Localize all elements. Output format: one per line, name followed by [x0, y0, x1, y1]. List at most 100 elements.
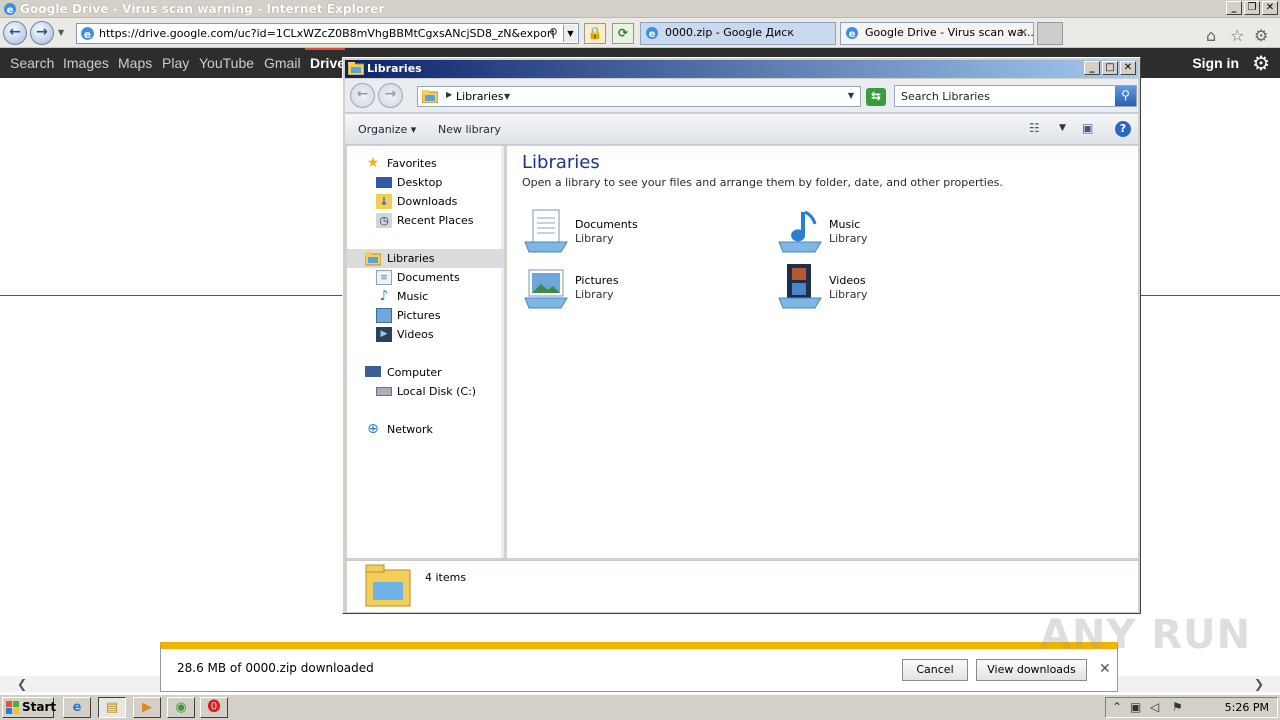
ie-tab-icon: e: [646, 27, 658, 40]
favorites-star-icon[interactable]: ☆: [1230, 26, 1244, 45]
nav-network[interactable]: ⊕ Network: [347, 420, 504, 439]
breadcrumb-caret-icon[interactable]: ▼: [504, 92, 510, 101]
details-pane: 4 items: [347, 560, 1138, 612]
search-icon[interactable]: ⚲: [549, 26, 558, 40]
sign-in-link[interactable]: Sign in: [1192, 55, 1239, 71]
forward-button[interactable]: →: [30, 21, 54, 45]
address-dropdown-icon[interactable]: ▼: [563, 25, 577, 42]
google-link-gmail[interactable]: Gmail: [264, 55, 301, 71]
videos-library-icon: [778, 264, 822, 309]
nav-favorites[interactable]: ★ Favorites: [347, 154, 504, 173]
network-tray-icon[interactable]: ▣: [1130, 700, 1141, 714]
refresh-button[interactable]: ⟳: [612, 23, 634, 44]
library-name: Documents: [575, 218, 638, 231]
organize-button[interactable]: Organize ▾: [358, 123, 416, 136]
explorer-back-button[interactable]: ←: [350, 83, 375, 108]
scroll-right-icon[interactable]: ❯: [1254, 677, 1264, 691]
documents-icon: ≡: [376, 270, 392, 285]
explorer-window: Libraries _ □ ✕ ← → ▶ Libraries ▼ ▼ ⇆ ⚲ …: [342, 57, 1141, 614]
nav-pictures[interactable]: Pictures: [347, 306, 504, 325]
help-icon[interactable]: ?: [1115, 121, 1131, 137]
nav-computer[interactable]: Computer: [347, 363, 504, 382]
explorer-maximize-button[interactable]: □: [1102, 61, 1118, 75]
history-dropdown-icon[interactable]: ▼: [58, 28, 64, 37]
nav-local-disk[interactable]: Local Disk (C:): [347, 382, 504, 401]
taskbar-ie-icon[interactable]: e: [63, 697, 91, 718]
show-hidden-icons-icon[interactable]: ⌃: [1112, 700, 1122, 714]
cancel-download-button[interactable]: Cancel: [902, 659, 968, 681]
explorer-minimize-button[interactable]: _: [1084, 61, 1100, 75]
settings-gear-icon[interactable]: ⚙: [1252, 51, 1270, 75]
breadcrumb-separator-icon[interactable]: ▶: [446, 90, 452, 99]
home-icon[interactable]: ⌂: [1206, 26, 1216, 45]
explorer-search-box[interactable]: ⚲: [894, 85, 1137, 107]
ie-page-icon: e: [81, 27, 94, 41]
nav-videos[interactable]: ▶ Videos: [347, 325, 504, 344]
change-view-icon[interactable]: ☷: [1029, 121, 1040, 135]
breadcrumb-libraries[interactable]: Libraries: [456, 90, 504, 103]
google-link-youtube[interactable]: YouTube: [199, 55, 254, 71]
nav-downloads[interactable]: ↓ Downloads: [347, 192, 504, 211]
library-tile-documents[interactable]: Documents Library: [523, 208, 763, 258]
explorer-forward-button[interactable]: →: [378, 83, 403, 108]
clock[interactable]: 5:26 PM: [1225, 701, 1269, 714]
music-library-icon: [778, 210, 822, 253]
svg-text:e: e: [7, 5, 14, 16]
explorer-navbar: ← → ▶ Libraries ▼ ▼ ⇆ ⚲: [345, 79, 1138, 113]
volume-icon[interactable]: ◁: [1150, 700, 1159, 714]
scroll-left-icon[interactable]: ❮: [17, 677, 27, 691]
breadcrumb[interactable]: ▶ Libraries ▼ ▼: [417, 86, 861, 107]
nav-documents[interactable]: ≡ Documents: [347, 268, 504, 287]
google-link-maps[interactable]: Maps: [118, 55, 152, 71]
nav-recent-places[interactable]: ◷ Recent Places: [347, 211, 504, 230]
nav-label: Favorites: [387, 157, 437, 170]
ie-caption-buttons: _ ❐ ✕: [1226, 1, 1278, 15]
google-link-play[interactable]: Play: [162, 55, 189, 71]
google-link-images[interactable]: Images: [63, 55, 109, 71]
new-library-button[interactable]: New library: [438, 123, 501, 136]
restore-button[interactable]: ❐: [1244, 1, 1260, 15]
tab-google-disk[interactable]: e 0000.zip - Google Диск: [640, 22, 836, 45]
taskbar-media-player-icon[interactable]: ▶: [133, 697, 161, 718]
start-button[interactable]: Start: [2, 697, 56, 718]
action-center-flag-icon[interactable]: ⚑: [1172, 700, 1183, 714]
preview-pane-icon[interactable]: ▣: [1082, 121, 1093, 135]
taskbar-chrome-icon[interactable]: ◉: [167, 697, 195, 718]
library-tile-pictures[interactable]: Pictures Library: [523, 264, 763, 314]
address-text[interactable]: https://drive.google.com/uc?id=1CLxWZcZ0…: [99, 27, 554, 40]
nav-desktop[interactable]: Desktop: [347, 173, 504, 192]
nav-label: Local Disk (C:): [397, 385, 477, 398]
nav-label: Documents: [397, 271, 460, 284]
taskbar: Start e ▤ ▶ ◉ ⓿ ⌃ ▣ ◁ ⚑ 5:26 PM: [0, 694, 1280, 720]
close-button[interactable]: ✕: [1262, 1, 1278, 15]
close-notification-icon[interactable]: ✕: [1099, 661, 1111, 677]
minimize-button[interactable]: _: [1226, 1, 1242, 15]
taskbar-stop-icon[interactable]: ⓿: [200, 697, 228, 718]
nav-label: Videos: [397, 328, 434, 341]
google-link-drive[interactable]: Drive: [310, 55, 345, 71]
nav-music[interactable]: ♪ Music: [347, 287, 504, 306]
tab-close-icon[interactable]: ✕: [1019, 26, 1028, 39]
explorer-close-button[interactable]: ✕: [1120, 61, 1136, 75]
search-libraries-input[interactable]: [895, 86, 1115, 106]
address-bar[interactable]: e https://drive.google.com/uc?id=1CLxWZc…: [76, 23, 579, 44]
library-name: Music: [829, 218, 861, 231]
new-tab-button[interactable]: [1037, 22, 1063, 45]
tools-gear-icon[interactable]: ⚙: [1254, 26, 1268, 45]
explorer-refresh-button[interactable]: ⇆: [866, 88, 886, 106]
view-downloads-button[interactable]: View downloads: [976, 659, 1087, 681]
library-tile-music[interactable]: Music Library: [777, 208, 1017, 258]
address-history-dropdown-icon[interactable]: ▼: [848, 91, 854, 100]
library-tile-videos[interactable]: Videos Library: [777, 264, 1017, 314]
lock-icon[interactable]: 🔒: [584, 23, 606, 44]
google-link-search[interactable]: Search: [10, 55, 54, 71]
view-options-dropdown-icon[interactable]: ▼: [1059, 123, 1066, 133]
nav-libraries[interactable]: Libraries: [347, 249, 504, 268]
taskbar-explorer-icon[interactable]: ▤: [98, 697, 126, 718]
music-note-icon: ♪: [379, 288, 389, 304]
library-type: Library: [575, 232, 614, 245]
tab-virus-scan-warning[interactable]: e Google Drive - Virus scan wa... ✕: [840, 22, 1034, 45]
tab-label: Google Drive - Virus scan wa...: [865, 26, 1034, 39]
search-icon[interactable]: ⚲: [1115, 86, 1136, 106]
back-button[interactable]: ←: [3, 21, 27, 45]
